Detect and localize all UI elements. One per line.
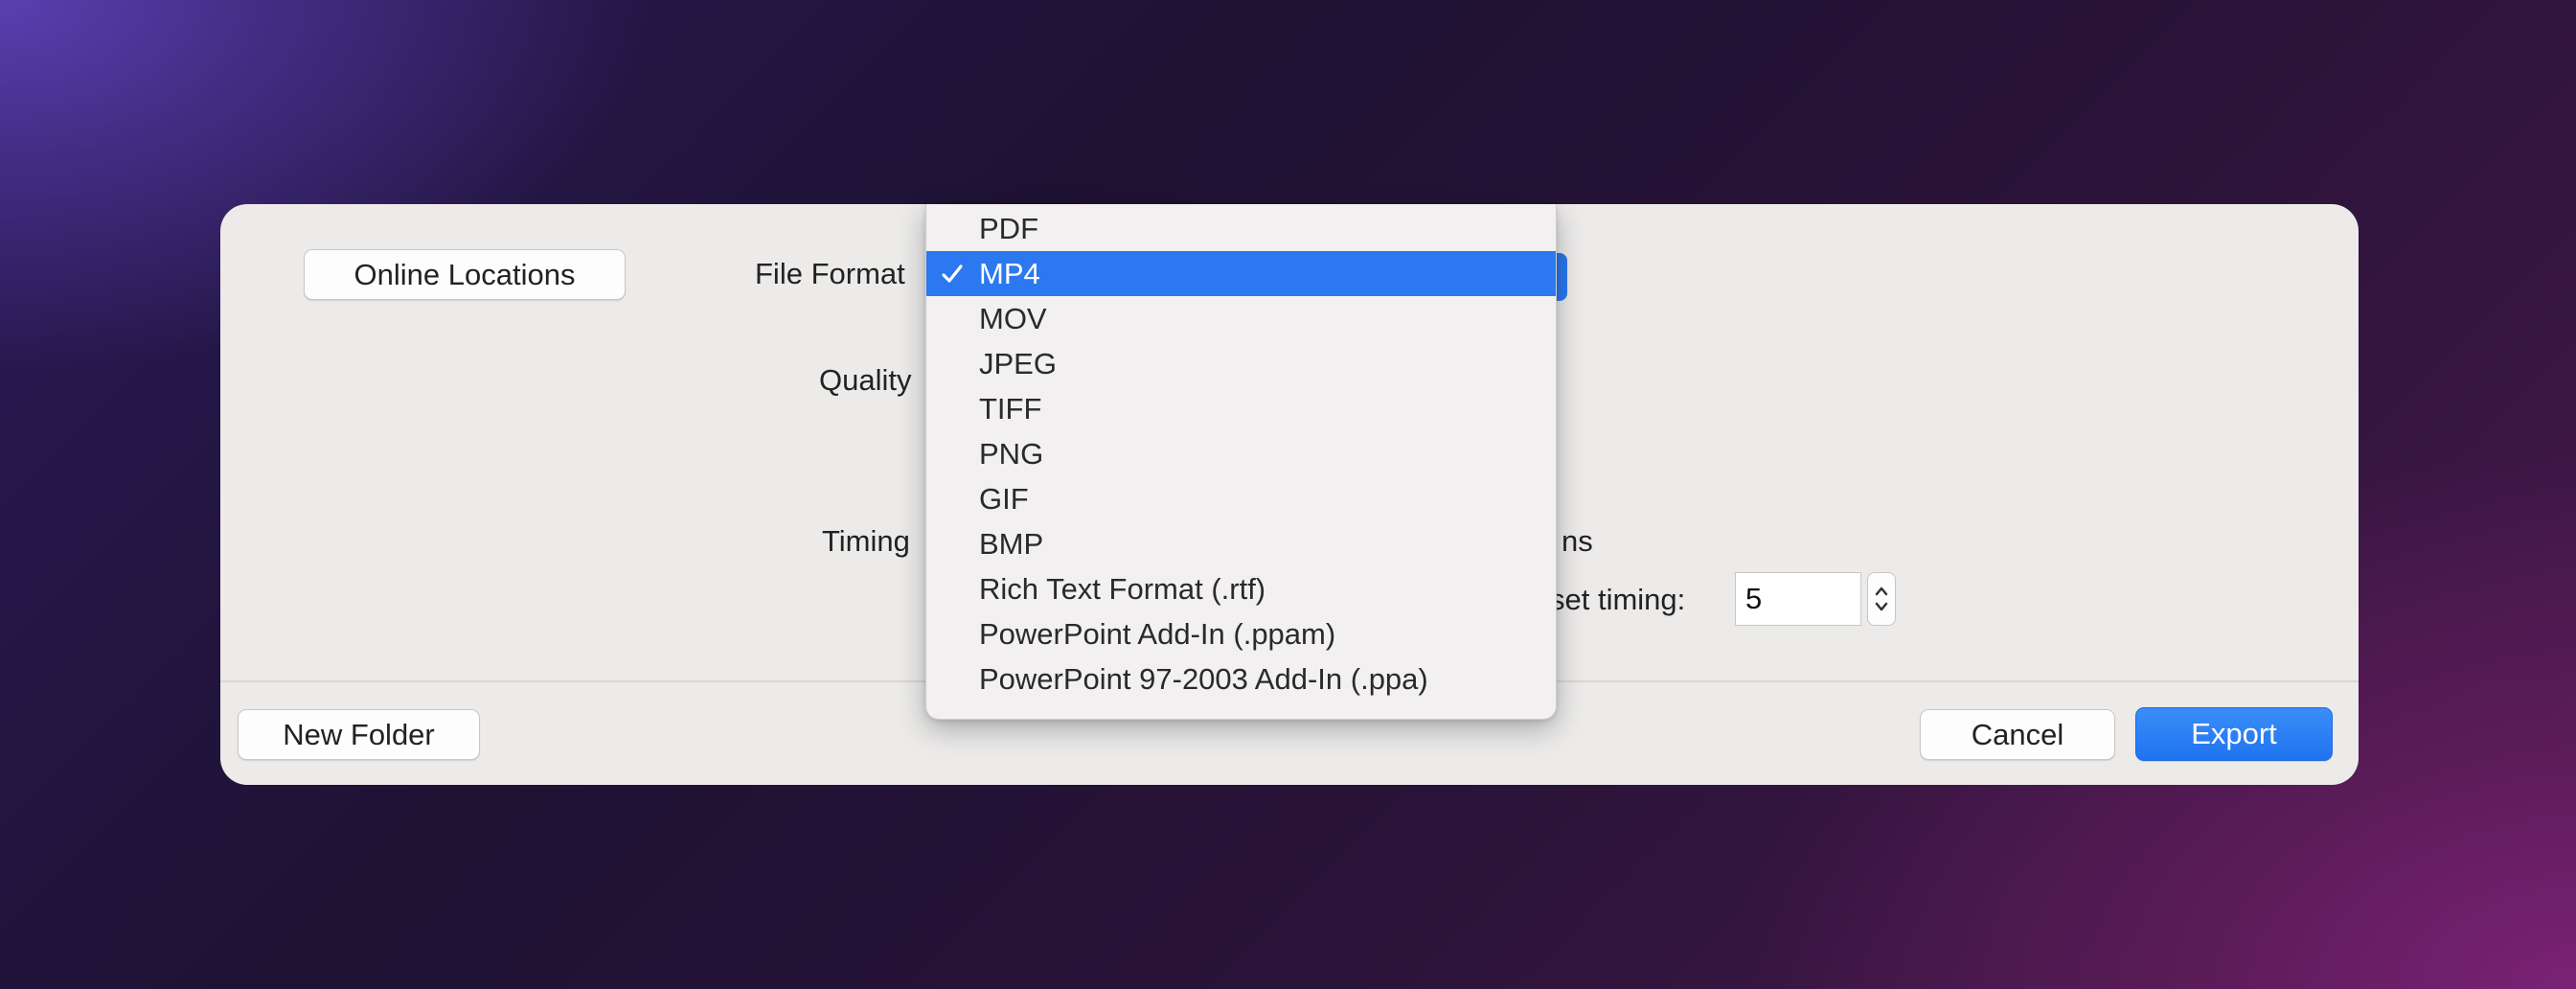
menu-item-bmp[interactable]: BMP [926, 521, 1556, 566]
menu-item-label: BMP [979, 526, 1044, 561]
timing-label: Timing [822, 524, 910, 558]
online-locations-button[interactable]: Online Locations [304, 249, 626, 300]
menu-item-label: MP4 [979, 256, 1040, 290]
file-format-label: File Format [755, 257, 905, 290]
menu-item-label: JPEG [979, 346, 1057, 380]
menu-item-tiff[interactable]: TIFF [926, 386, 1556, 431]
menu-item-label: PDF [979, 211, 1038, 245]
menu-item-label: MOV [979, 301, 1047, 335]
preset-timing-stepper[interactable] [1867, 572, 1896, 626]
menu-item-png[interactable]: PNG [926, 431, 1556, 476]
menu-item-ppa[interactable]: PowerPoint 97-2003 Add-In (.ppa) [926, 656, 1556, 702]
menu-item-label: PowerPoint 97-2003 Add-In (.ppa) [979, 661, 1428, 696]
menu-item-pdf[interactable]: PDF [926, 206, 1556, 251]
menu-item-rtf[interactable]: Rich Text Format (.rtf) [926, 566, 1556, 611]
menu-item-label: Rich Text Format (.rtf) [979, 571, 1266, 606]
timing-option-text: ns [1562, 524, 1593, 558]
menu-item-mp4[interactable]: MP4 [926, 251, 1556, 296]
checkmark-icon [942, 264, 963, 283]
export-button[interactable]: Export [2135, 707, 2333, 761]
file-format-popup-edge [1556, 253, 1567, 301]
file-format-menu: PDF MP4 MOV JPEG TIFF PNG GIF BMP Rich T… [925, 204, 1557, 720]
quality-label: Quality [819, 363, 912, 397]
preset-timing-input[interactable]: 5 [1735, 572, 1861, 626]
menu-item-ppam[interactable]: PowerPoint Add-In (.ppam) [926, 611, 1556, 656]
menu-item-label: TIFF [979, 391, 1042, 426]
stepper-arrows-icon [1875, 586, 1888, 611]
cancel-button[interactable]: Cancel [1920, 709, 2115, 760]
menu-item-label: GIF [979, 481, 1029, 516]
menu-item-jpeg[interactable]: JPEG [926, 341, 1556, 386]
new-folder-button[interactable]: New Folder [238, 709, 480, 760]
menu-item-label: PNG [979, 436, 1044, 471]
menu-item-mov[interactable]: MOV [926, 296, 1556, 341]
menu-item-label: PowerPoint Add-In (.ppam) [979, 616, 1336, 651]
preset-timing-label: set timing: [1550, 583, 1686, 616]
menu-item-gif[interactable]: GIF [926, 476, 1556, 521]
